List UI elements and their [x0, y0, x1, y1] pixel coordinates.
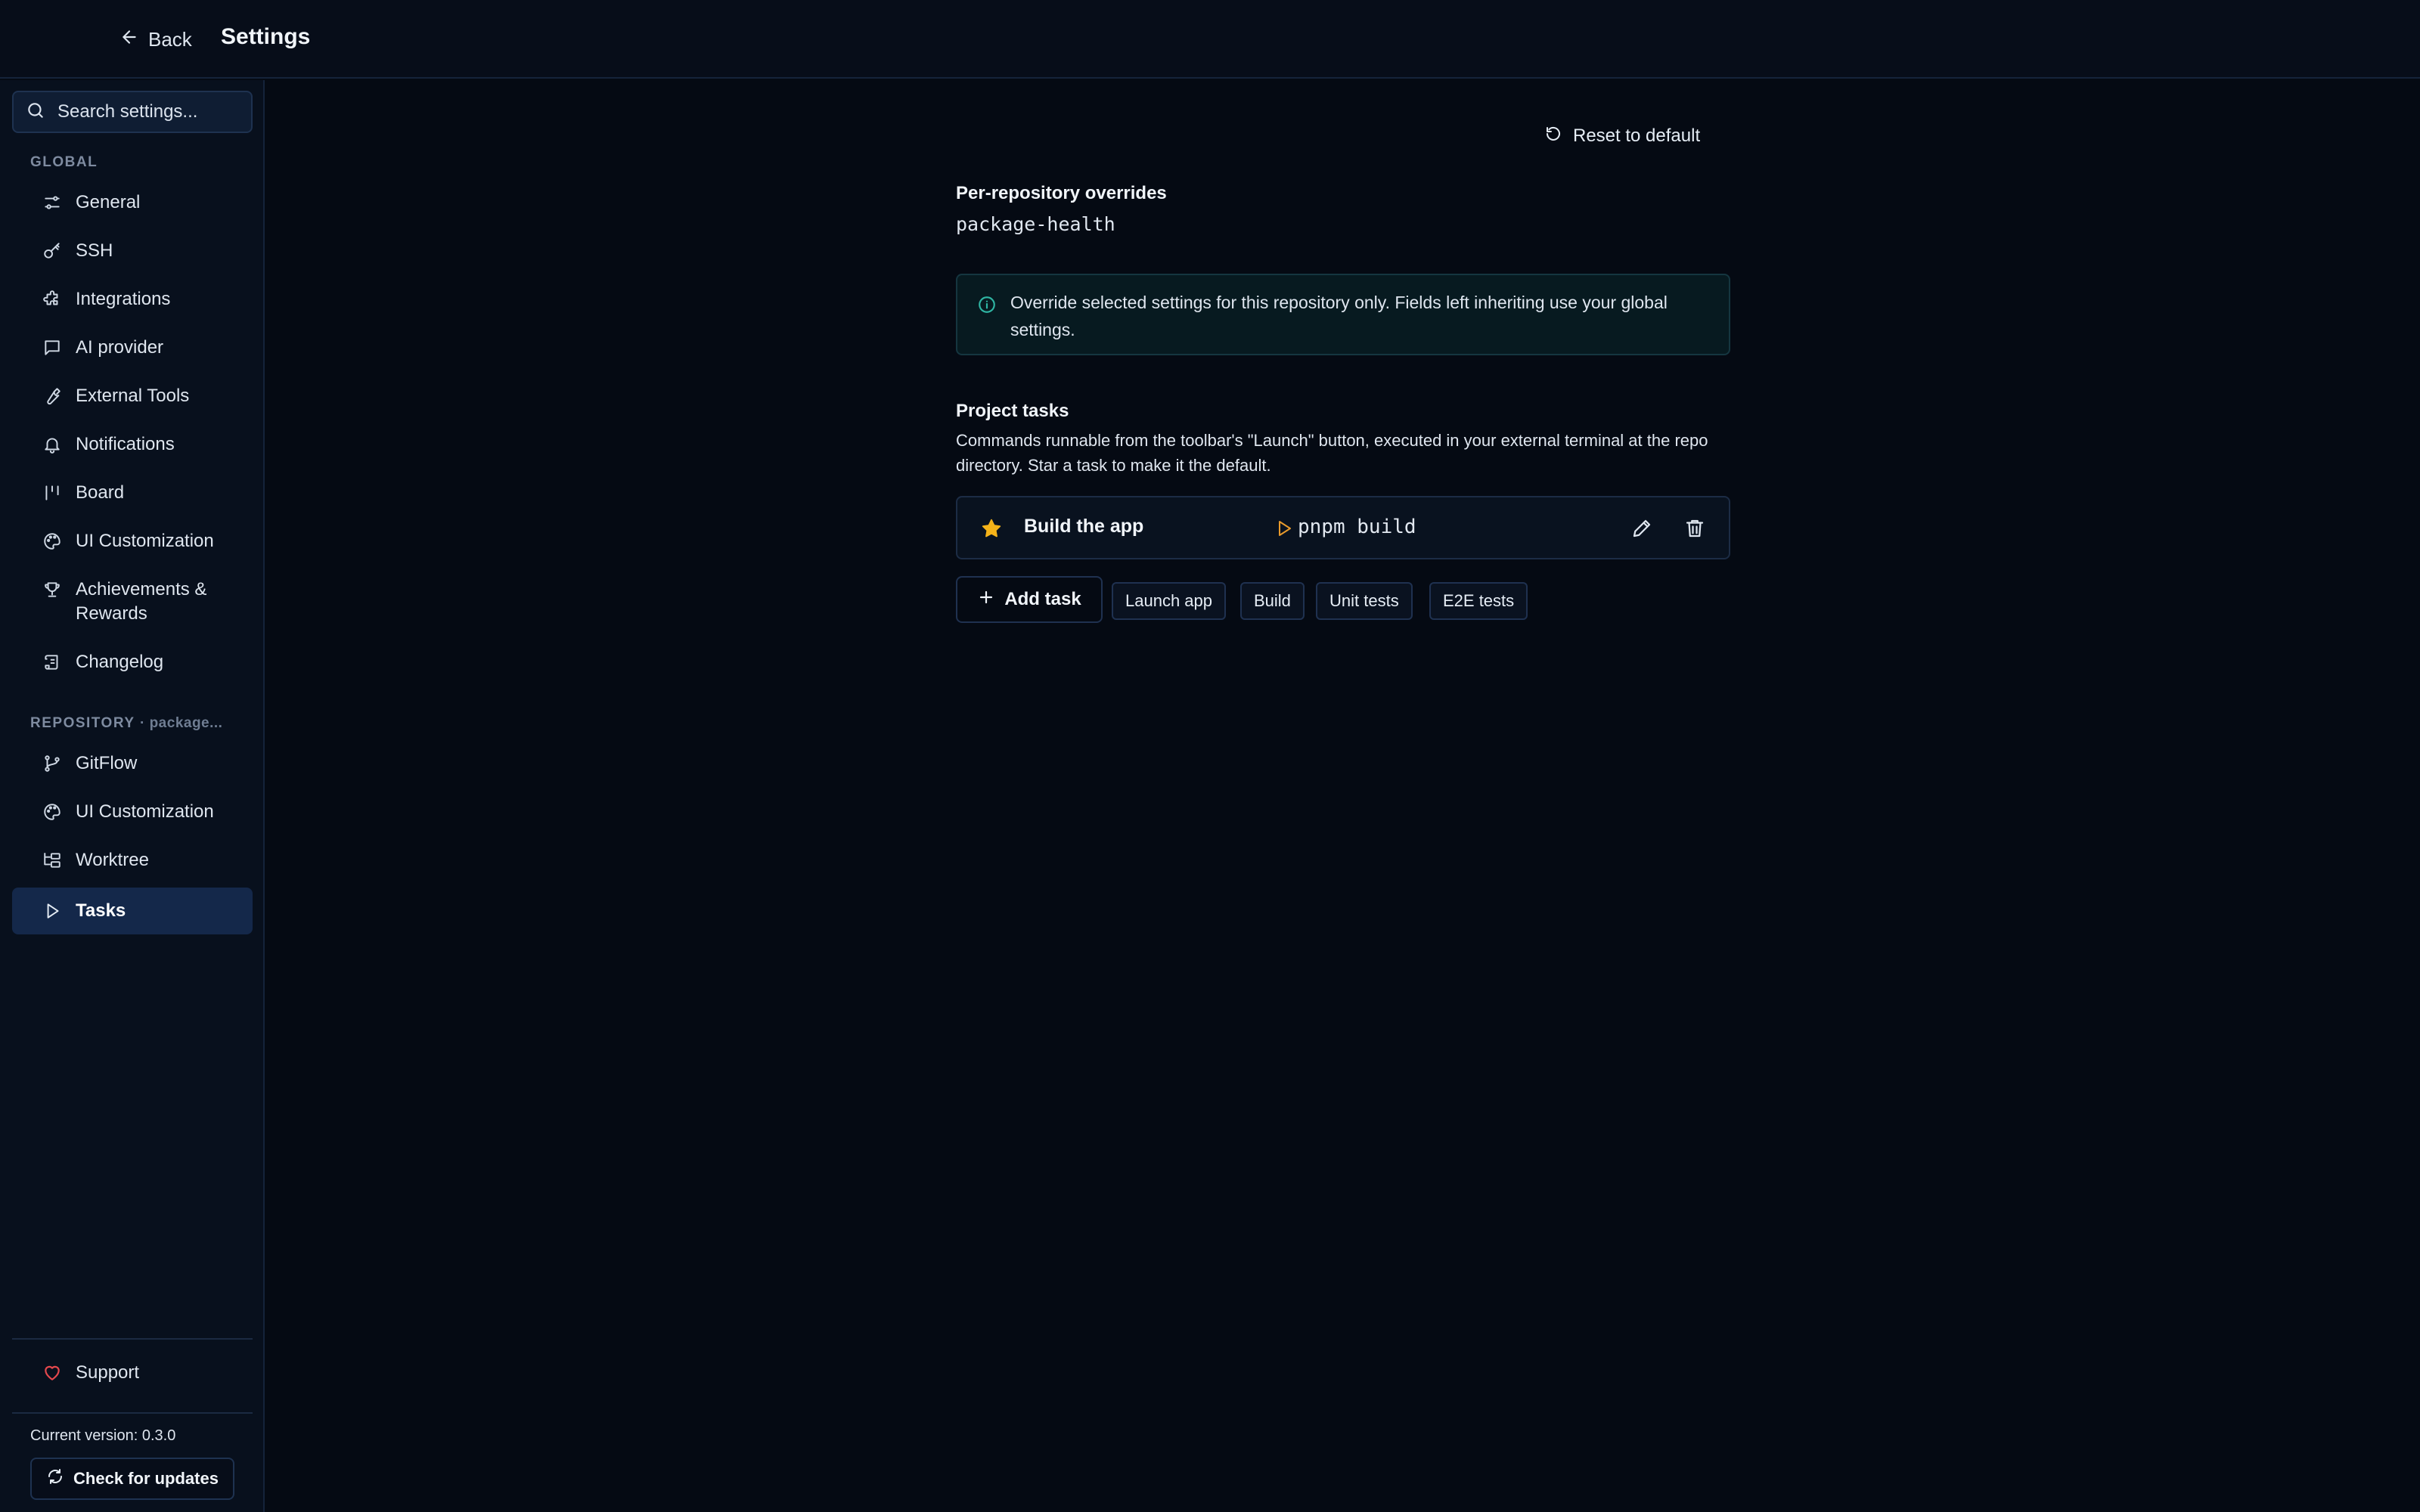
support-label: Support: [76, 1362, 140, 1383]
sidebar: GLOBAL General SSH Integrations AI provi…: [0, 80, 265, 1512]
reset-to-default-button[interactable]: Reset to default: [1544, 121, 1700, 151]
preset-e2e-tests[interactable]: E2E tests: [1429, 582, 1528, 620]
search-input[interactable]: [57, 101, 247, 122]
sidebar-item-label: Integrations: [76, 289, 171, 309]
wrench-icon: [42, 384, 62, 413]
sidebar-item-achievements[interactable]: Achievements & Rewards: [12, 578, 253, 626]
sidebar-item-label: General: [76, 192, 141, 212]
sidebar-item-ssh[interactable]: SSH: [12, 239, 253, 263]
top-bar: Back Settings: [0, 0, 2420, 79]
sidebar-item-label: Worktree: [76, 850, 149, 870]
folder-tree-icon: [42, 848, 62, 877]
play-icon: [42, 899, 62, 928]
support-link[interactable]: Support: [12, 1361, 253, 1385]
sidebar-item-ui-customization[interactable]: UI Customization: [12, 529, 253, 553]
sidebar-item-label: Notifications: [76, 434, 175, 454]
sidebar-item-integrations[interactable]: Integrations: [12, 287, 253, 311]
preset-build[interactable]: Build: [1240, 582, 1305, 620]
search-box[interactable]: [12, 91, 253, 133]
rotate-ccw-icon: [1544, 125, 1562, 148]
sidebar-item-gitflow[interactable]: GitFlow: [12, 751, 253, 776]
play-icon: [1275, 519, 1293, 538]
section-label-repository: REPOSITORY · package...: [30, 715, 222, 732]
project-tasks-title: Project tasks: [956, 401, 1069, 421]
plus-icon: [977, 588, 995, 612]
star-icon[interactable]: [980, 517, 1003, 540]
reset-label: Reset to default: [1573, 125, 1701, 146]
sidebar-item-tasks[interactable]: Tasks: [12, 888, 253, 934]
task-command: pnpm build: [1298, 516, 1416, 538]
sidebar-item-label: AI provider: [76, 337, 164, 358]
sidebar-item-label: Tasks: [76, 900, 126, 921]
sidebar-item-label: Board: [76, 482, 125, 503]
sidebar-item-worktree[interactable]: Worktree: [12, 848, 253, 872]
divider: [12, 1338, 253, 1340]
check-for-updates-button[interactable]: Check for updates: [30, 1458, 234, 1500]
sidebar-item-repo-ui-customization[interactable]: UI Customization: [12, 800, 253, 824]
add-task-label: Add task: [1004, 589, 1081, 609]
preset-launch-app[interactable]: Launch app: [1112, 582, 1226, 620]
sidebar-item-external-tools[interactable]: External Tools: [12, 384, 253, 408]
override-title: Per-repository overrides: [956, 183, 1167, 203]
sidebar-item-label: GitFlow: [76, 753, 138, 773]
pencil-icon[interactable]: [1630, 517, 1653, 540]
info-callout: Override selected settings for this repo…: [956, 274, 1730, 355]
key-icon: [42, 239, 62, 268]
back-button[interactable]: Back: [119, 24, 192, 54]
git-branch-icon: [42, 751, 62, 780]
trash-icon[interactable]: [1683, 517, 1706, 540]
repo-name: package-health: [956, 213, 1115, 235]
sidebar-item-general[interactable]: General: [12, 191, 253, 215]
current-version: Current version: 0.3.0: [30, 1427, 176, 1444]
back-label: Back: [148, 27, 192, 51]
heart-icon: [42, 1361, 62, 1390]
sidebar-item-label: UI Customization: [76, 531, 214, 551]
section-label-global: GLOBAL: [30, 154, 98, 170]
sidebar-item-board[interactable]: Board: [12, 481, 253, 505]
page-title: Settings: [221, 24, 311, 49]
arrow-left-icon: [119, 27, 139, 52]
sidebar-item-label: SSH: [76, 240, 113, 261]
main-content: Reset to default Per-repository override…: [266, 80, 2420, 1512]
message-icon: [42, 336, 62, 364]
add-task-button[interactable]: Add task: [956, 576, 1103, 623]
refresh-icon: [46, 1467, 64, 1490]
search-icon: [26, 101, 45, 124]
sidebar-item-label: External Tools: [76, 386, 190, 406]
divider: [12, 1412, 253, 1414]
sidebar-item-label: UI Customization: [76, 801, 214, 822]
palette-icon: [42, 800, 62, 829]
sidebar-item-label: Achievements & Rewards: [76, 579, 207, 624]
sidebar-item-changelog[interactable]: Changelog: [12, 650, 253, 674]
repository-sub-label: · package...: [139, 715, 223, 731]
check-updates-label: Check for updates: [73, 1469, 219, 1488]
sidebar-item-ai-provider[interactable]: AI provider: [12, 336, 253, 360]
trophy-icon: [42, 578, 62, 606]
bell-icon: [42, 432, 62, 461]
sliders-icon: [42, 191, 62, 219]
project-tasks-description: Commands runnable from the toolbar's "La…: [956, 431, 1708, 475]
task-name: Build the app: [1024, 516, 1144, 537]
palette-icon: [42, 529, 62, 558]
repository-label: REPOSITORY: [30, 715, 135, 731]
info-text: Override selected settings for this repo…: [1010, 293, 1668, 339]
sidebar-item-notifications[interactable]: Notifications: [12, 432, 253, 457]
settings-app: Back Settings GLOBAL General SSH: [0, 0, 2420, 1512]
sidebar-item-label: Changelog: [76, 652, 164, 672]
scroll-icon: [42, 650, 62, 679]
preset-unit-tests[interactable]: Unit tests: [1316, 582, 1413, 620]
puzzle-icon: [42, 287, 62, 316]
kanban-icon: [42, 481, 62, 510]
task-row: Build the app pnpm build: [956, 496, 1730, 559]
